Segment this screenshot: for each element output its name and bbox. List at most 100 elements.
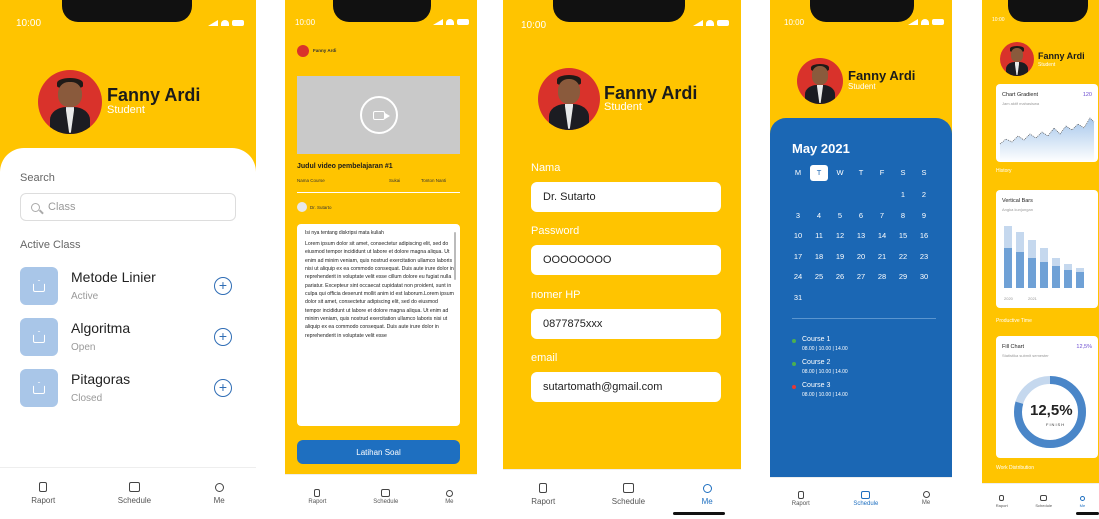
profile-role: Student (107, 104, 145, 116)
vertical-bars-card[interactable]: Vertical Bars Angka kunjungan 2020 2021 (996, 190, 1098, 308)
scrollbar[interactable] (454, 232, 456, 280)
calendar-icon (381, 489, 391, 497)
calendar-day[interactable]: 20 (852, 252, 870, 261)
weekday-label[interactable]: T (810, 165, 828, 181)
nav-me[interactable]: Me (445, 489, 454, 505)
status-time: 10:00 (16, 18, 42, 29)
calendar-day[interactable]: 1 (894, 190, 912, 199)
calendar-day[interactable]: 13 (852, 231, 870, 240)
calendar-day[interactable]: 26 (831, 272, 849, 281)
legend-item: 2020 (1004, 296, 1013, 301)
calendar-day[interactable]: 2 (915, 190, 933, 199)
calendar-day[interactable]: 8 (894, 211, 912, 220)
phone-profile-form: 10:00 Fanny Ardi Student Nama Dr. Sutart… (503, 0, 741, 519)
legend-item: 2021 (1028, 296, 1037, 301)
nav-me[interactable]: Me (1080, 495, 1085, 508)
weekday-label[interactable]: S (915, 165, 933, 181)
nav-schedule[interactable]: Schedule (1035, 495, 1052, 508)
home-icon (33, 331, 45, 343)
calendar-day[interactable]: 19 (831, 252, 849, 261)
calendar-day[interactable]: 28 (873, 272, 891, 281)
weekday-label[interactable]: T (852, 165, 870, 181)
divider (297, 192, 460, 193)
calendar-day[interactable]: 10 (789, 231, 807, 240)
calendar-day[interactable]: 6 (852, 211, 870, 220)
card-value: 12,5% (1076, 344, 1092, 350)
search-input[interactable]: Class (20, 193, 236, 221)
weekday-label[interactable]: W (831, 165, 849, 181)
wifi-icon (221, 20, 229, 26)
weekday-label[interactable]: F (873, 165, 891, 181)
wifi-icon (706, 20, 714, 26)
list-item[interactable]: Pitagoras Closed + (20, 369, 236, 413)
course-times: 08.00 | 10.00 | 14.00 (802, 392, 848, 398)
search-icon (31, 202, 40, 212)
nav-me[interactable]: Me (922, 491, 930, 506)
calendar-day[interactable]: 24 (789, 272, 807, 281)
password-field[interactable]: OOOOOOOO (531, 245, 721, 275)
weekday-label[interactable]: M (789, 165, 807, 181)
home-icon (33, 382, 45, 394)
calendar-day[interactable]: 27 (852, 272, 870, 281)
calendar-day[interactable]: 3 (789, 211, 807, 220)
like-button[interactable]: Sukai (389, 178, 400, 183)
calendar-day[interactable]: 30 (915, 272, 933, 281)
avatar (797, 58, 843, 104)
profile-name: Fanny Ardi (313, 48, 337, 53)
calendar-day[interactable]: 23 (915, 252, 933, 261)
calendar-day[interactable]: 5 (831, 211, 849, 220)
email-field[interactable]: sutartomath@gmail.com (531, 372, 721, 402)
calendar-day[interactable]: 31 (789, 293, 807, 302)
calendar-day[interactable]: 22 (894, 252, 912, 261)
fill-chart-card[interactable]: Fill Chart Statistika submit semester 12… (996, 336, 1098, 458)
nav-raport[interactable]: Raport (31, 482, 55, 505)
gradient-chart-card[interactable]: Chart Gradient Jam aktif mahasiswa 120 (996, 84, 1098, 162)
calendar-day[interactable]: 21 (873, 252, 891, 261)
nav-schedule[interactable]: Schedule (118, 482, 151, 505)
wifi-icon (921, 19, 929, 25)
calendar-day[interactable]: 12 (831, 231, 849, 240)
profile-name: Fanny Ardi (1038, 51, 1085, 61)
nav-schedule[interactable]: Schedule (612, 483, 645, 506)
add-class-button[interactable]: + (214, 379, 232, 397)
watch-later-button[interactable]: Tonton Nanti (421, 178, 446, 183)
calendar-day[interactable]: 18 (810, 252, 828, 261)
calendar-day[interactable]: 25 (810, 272, 828, 281)
status-time: 10:00 (521, 20, 547, 31)
battery-icon (932, 19, 944, 25)
calendar-day[interactable]: 7 (873, 211, 891, 220)
calendar-day[interactable]: 29 (894, 272, 912, 281)
calendar-day[interactable]: 17 (789, 252, 807, 261)
weekday-label[interactable]: S (894, 165, 912, 181)
calendar-day[interactable]: 16 (915, 231, 933, 240)
calendar-day[interactable]: 15 (894, 231, 912, 240)
nav-raport[interactable]: Raport (792, 490, 810, 507)
nav-me[interactable]: Me (214, 482, 225, 505)
nav-raport[interactable]: Raport (531, 483, 555, 506)
email-label: email (531, 352, 558, 364)
status-dot (792, 385, 796, 389)
nav-me[interactable]: Me (702, 483, 713, 506)
add-class-button[interactable]: + (214, 277, 232, 295)
add-class-button[interactable]: + (214, 328, 232, 346)
description-body: Lorem ipsum dolor sit amet, consectetur … (305, 241, 454, 339)
nav-raport[interactable]: Raport (996, 495, 1008, 508)
phone-field[interactable]: 0877875xxx (531, 309, 721, 339)
password-label: Password (531, 225, 580, 237)
calendar-day[interactable]: 14 (873, 231, 891, 240)
calendar-icon (1040, 495, 1048, 501)
calendar-day[interactable]: 11 (810, 231, 828, 240)
nav-schedule[interactable]: Schedule (373, 489, 398, 505)
profile-role: Student (848, 82, 876, 91)
nav-raport[interactable]: Raport (308, 489, 326, 505)
list-item[interactable]: Algoritma Open + (20, 318, 236, 362)
calendar-day[interactable]: 4 (810, 211, 828, 220)
name-field[interactable]: Dr. Sutarto (531, 182, 721, 212)
nav-schedule[interactable]: Schedule (853, 490, 878, 507)
video-player[interactable] (297, 76, 460, 154)
list-item[interactable]: Metode Linier Active + (20, 267, 236, 311)
calendar-day[interactable]: 9 (915, 211, 933, 220)
practice-button[interactable]: Latihan Soal (297, 440, 460, 464)
donut-label: FINISH (1046, 422, 1066, 427)
home-indicator (673, 512, 725, 515)
